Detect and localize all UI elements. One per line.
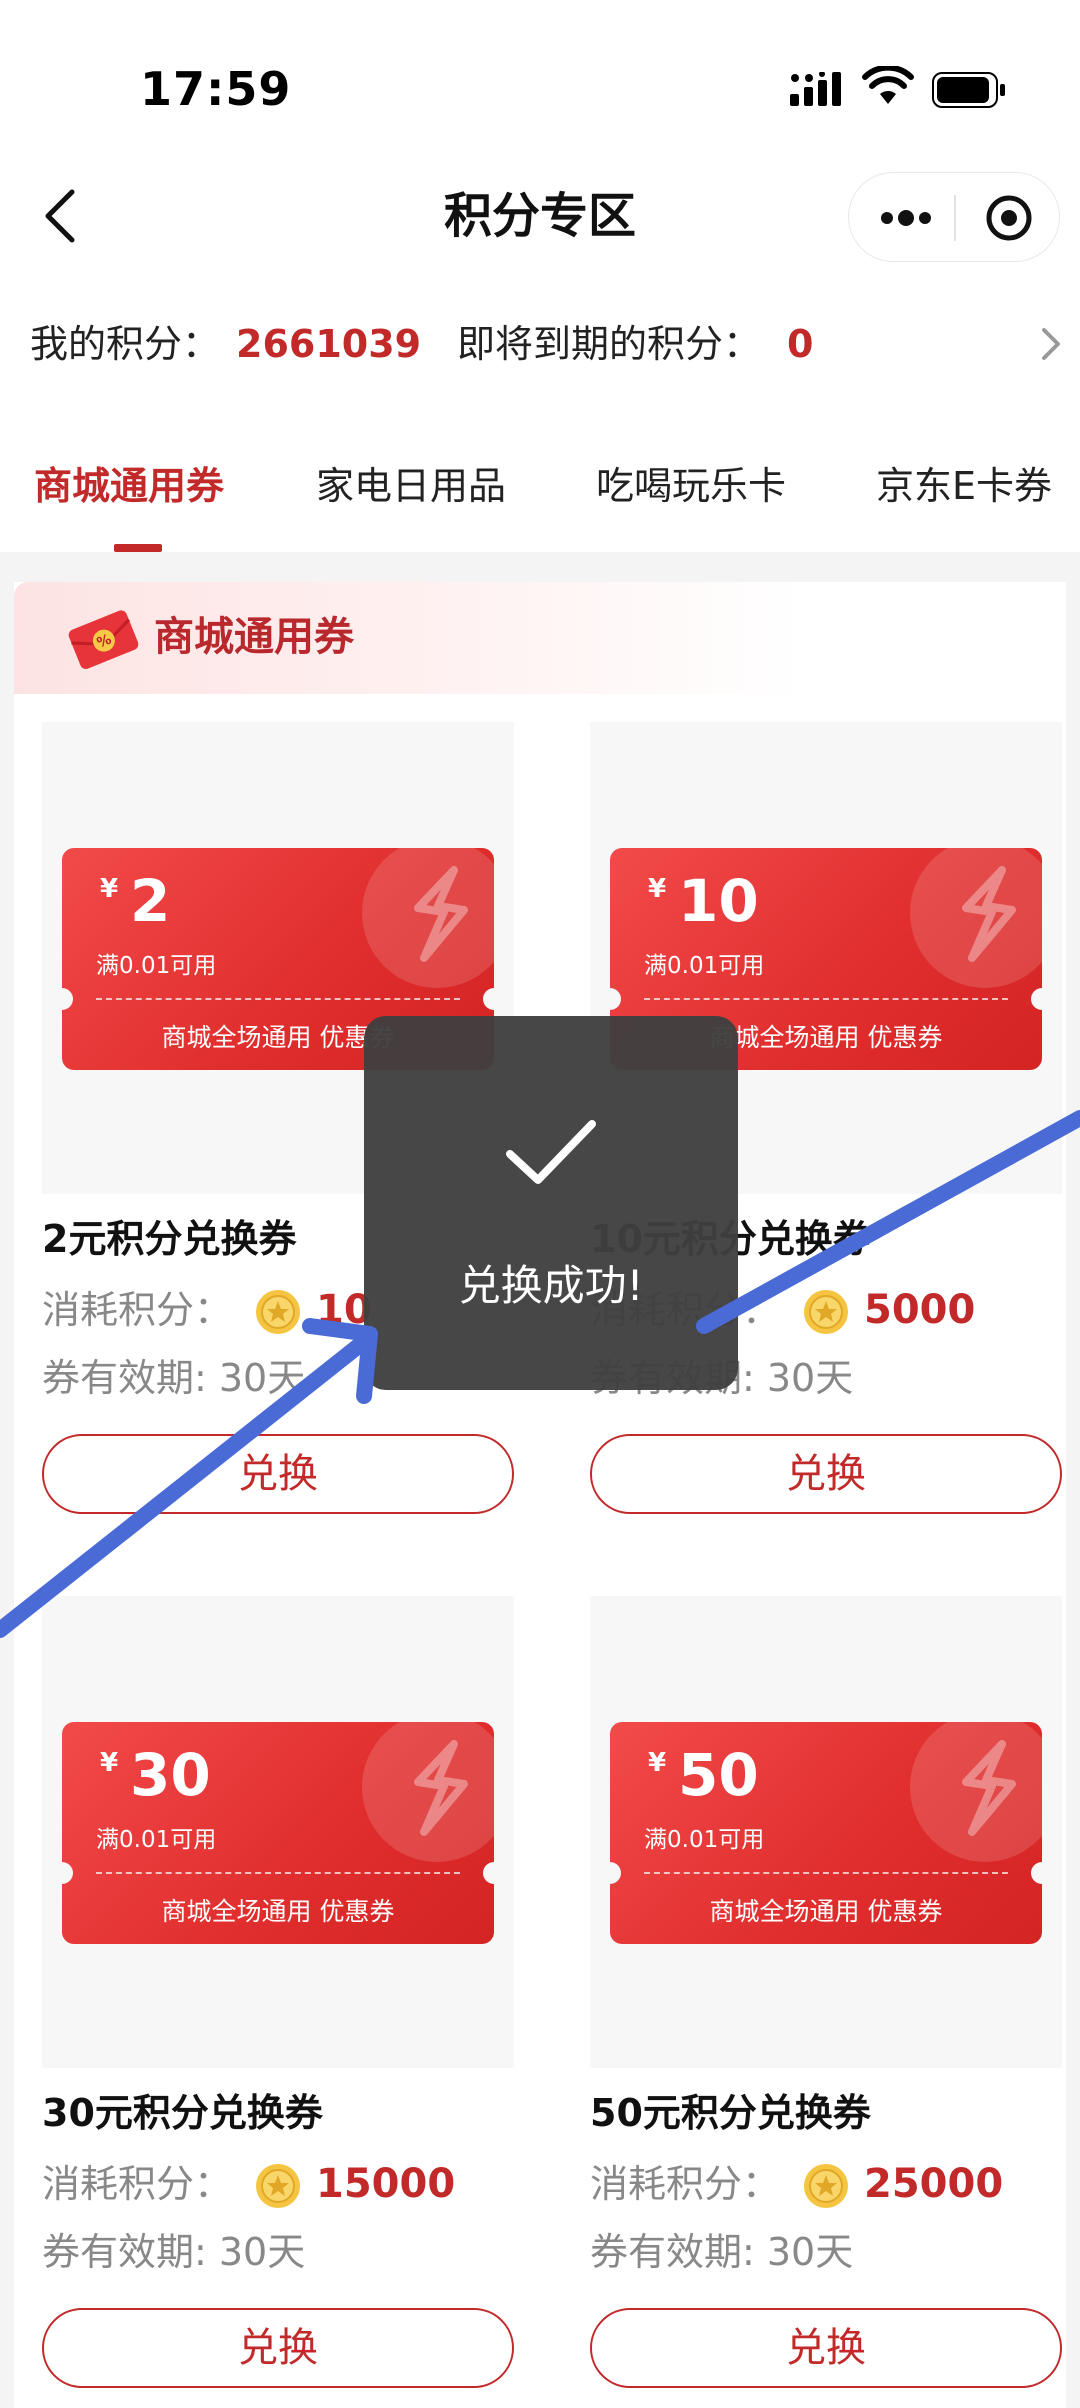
- section-header: % 商城通用券: [14, 582, 1066, 694]
- divider-band: [0, 552, 1080, 582]
- ticket-notch: [62, 988, 73, 1010]
- chevron-right-icon[interactable]: [1036, 326, 1066, 362]
- cost-label: 消耗积分：: [42, 2162, 233, 2206]
- check-icon: [506, 1120, 596, 1184]
- brand-logo-icon: [362, 1722, 494, 1862]
- ticket-notch: [483, 988, 494, 1010]
- coupon-description: 商城全场通用 优惠券: [709, 1897, 943, 1926]
- ticket-notch: [483, 1862, 494, 1884]
- coupon-amount: 50: [678, 1741, 759, 1809]
- coupon-amount: 2: [130, 867, 171, 935]
- ticket-divider: [96, 998, 460, 1000]
- cost-value: 25000: [864, 2161, 1004, 2207]
- coupon-amount: 30: [130, 1741, 211, 1809]
- ticket-notch: [610, 1862, 621, 1884]
- expiring-points-value: 0: [787, 322, 814, 366]
- coupon-description: 商城全场通用 优惠券: [161, 1897, 395, 1926]
- my-points-label: 我的积分：: [30, 322, 221, 366]
- coupon-amount: 10: [678, 867, 759, 935]
- currency-symbol: ¥: [648, 874, 667, 904]
- content-edge-right: [1066, 582, 1080, 2408]
- coupon-condition: 满0.01可用: [644, 953, 765, 979]
- cost-label: 消耗积分：: [42, 1288, 233, 1332]
- coupon-image[interactable]: ¥ 30 满0.01可用 商城全场通用 优惠券: [42, 1596, 514, 2068]
- coupon-ticket: ¥ 30 满0.01可用 商城全场通用 优惠券: [62, 1722, 494, 1944]
- ticket-divider: [644, 1872, 1008, 1874]
- coupon-name: 50元积分兑换券: [590, 2091, 871, 2135]
- tab-mall-coupons[interactable]: 商城通用券: [34, 456, 224, 516]
- cost-value: 5000: [864, 1287, 976, 1333]
- brand-logo-icon: [362, 848, 494, 988]
- coupon-ticket: ¥ 50 满0.01可用 商城全场通用 优惠券: [610, 1722, 1042, 1944]
- exchange-button[interactable]: 兑换: [42, 2308, 514, 2388]
- cost-row: 消耗积分： 15000: [42, 2154, 514, 2214]
- my-points-value: 2661039: [236, 322, 422, 366]
- status-time: 17:59: [140, 62, 292, 116]
- status-bar: 17:59: [0, 0, 1080, 180]
- ticket-notch: [1031, 1862, 1042, 1884]
- cost-row: 消耗积分： 25000: [590, 2154, 1062, 2214]
- exchange-button[interactable]: 兑换: [590, 2308, 1062, 2388]
- tab-home-appliances[interactable]: 家电日用品: [316, 456, 506, 516]
- exchange-button[interactable]: 兑换: [42, 1434, 514, 1514]
- coupon-condition: 满0.01可用: [96, 1827, 217, 1853]
- wifi-icon: [862, 66, 914, 104]
- coupon-name: 2元积分兑换券: [42, 1217, 297, 1261]
- coupon-image[interactable]: ¥ 50 满0.01可用 商城全场通用 优惠券: [590, 1596, 1062, 2068]
- ticket-notch: [610, 988, 621, 1010]
- more-icon[interactable]: [879, 203, 933, 233]
- battery-icon: [932, 72, 1005, 108]
- coin-icon: [256, 1290, 300, 1334]
- points-row[interactable]: 我的积分： 2661039 即将到期的积分： 0: [30, 318, 1060, 370]
- cost-label: 消耗积分：: [590, 2162, 781, 2206]
- coupon-validity: 券有效期: 30天: [42, 2230, 306, 2274]
- expiring-points-label: 即将到期的积分：: [457, 322, 762, 366]
- currency-symbol: ¥: [648, 1748, 667, 1778]
- currency-symbol: ¥: [100, 874, 119, 904]
- section-title: 商城通用券: [154, 614, 354, 660]
- brand-logo-icon: [910, 848, 1042, 988]
- tab-jd-ecard[interactable]: 京东E卡券: [876, 456, 1052, 516]
- coupon-icon: %: [68, 610, 139, 669]
- active-tab-indicator: [114, 544, 162, 552]
- cellular-signal-icon: [790, 72, 841, 106]
- close-circle-icon[interactable]: [985, 194, 1033, 242]
- coupon-condition: 满0.01可用: [96, 953, 217, 979]
- brand-logo-icon: [910, 1722, 1042, 1862]
- cost-value: 15000: [316, 2161, 456, 2207]
- toast-message: 兑换成功!: [458, 1261, 644, 1310]
- ticket-notch: [62, 1862, 73, 1884]
- coupon-validity: 券有效期: 30天: [590, 2230, 854, 2274]
- ticket-divider: [96, 1872, 460, 1874]
- category-tabs: 商城通用券 家电日用品 吃喝玩乐卡 京东E卡券: [0, 456, 1080, 552]
- coin-icon: [804, 2164, 848, 2208]
- mini-program-capsule: [848, 172, 1060, 262]
- coin-icon: [804, 1290, 848, 1334]
- coin-icon: [256, 2164, 300, 2208]
- ticket-divider: [644, 998, 1008, 1000]
- currency-symbol: ¥: [100, 1748, 119, 1778]
- coupon-validity: 券有效期: 30天: [42, 1356, 306, 1400]
- exchange-button[interactable]: 兑换: [590, 1434, 1062, 1514]
- success-toast: 兑换成功!: [364, 1016, 738, 1390]
- content-edge-left: [0, 582, 14, 2408]
- coupon-name: 30元积分兑换券: [42, 2091, 323, 2135]
- capsule-divider: [954, 195, 956, 241]
- tab-food-entertainment[interactable]: 吃喝玩乐卡: [596, 456, 786, 516]
- coupon-condition: 满0.01可用: [644, 1827, 765, 1853]
- ticket-notch: [1031, 988, 1042, 1010]
